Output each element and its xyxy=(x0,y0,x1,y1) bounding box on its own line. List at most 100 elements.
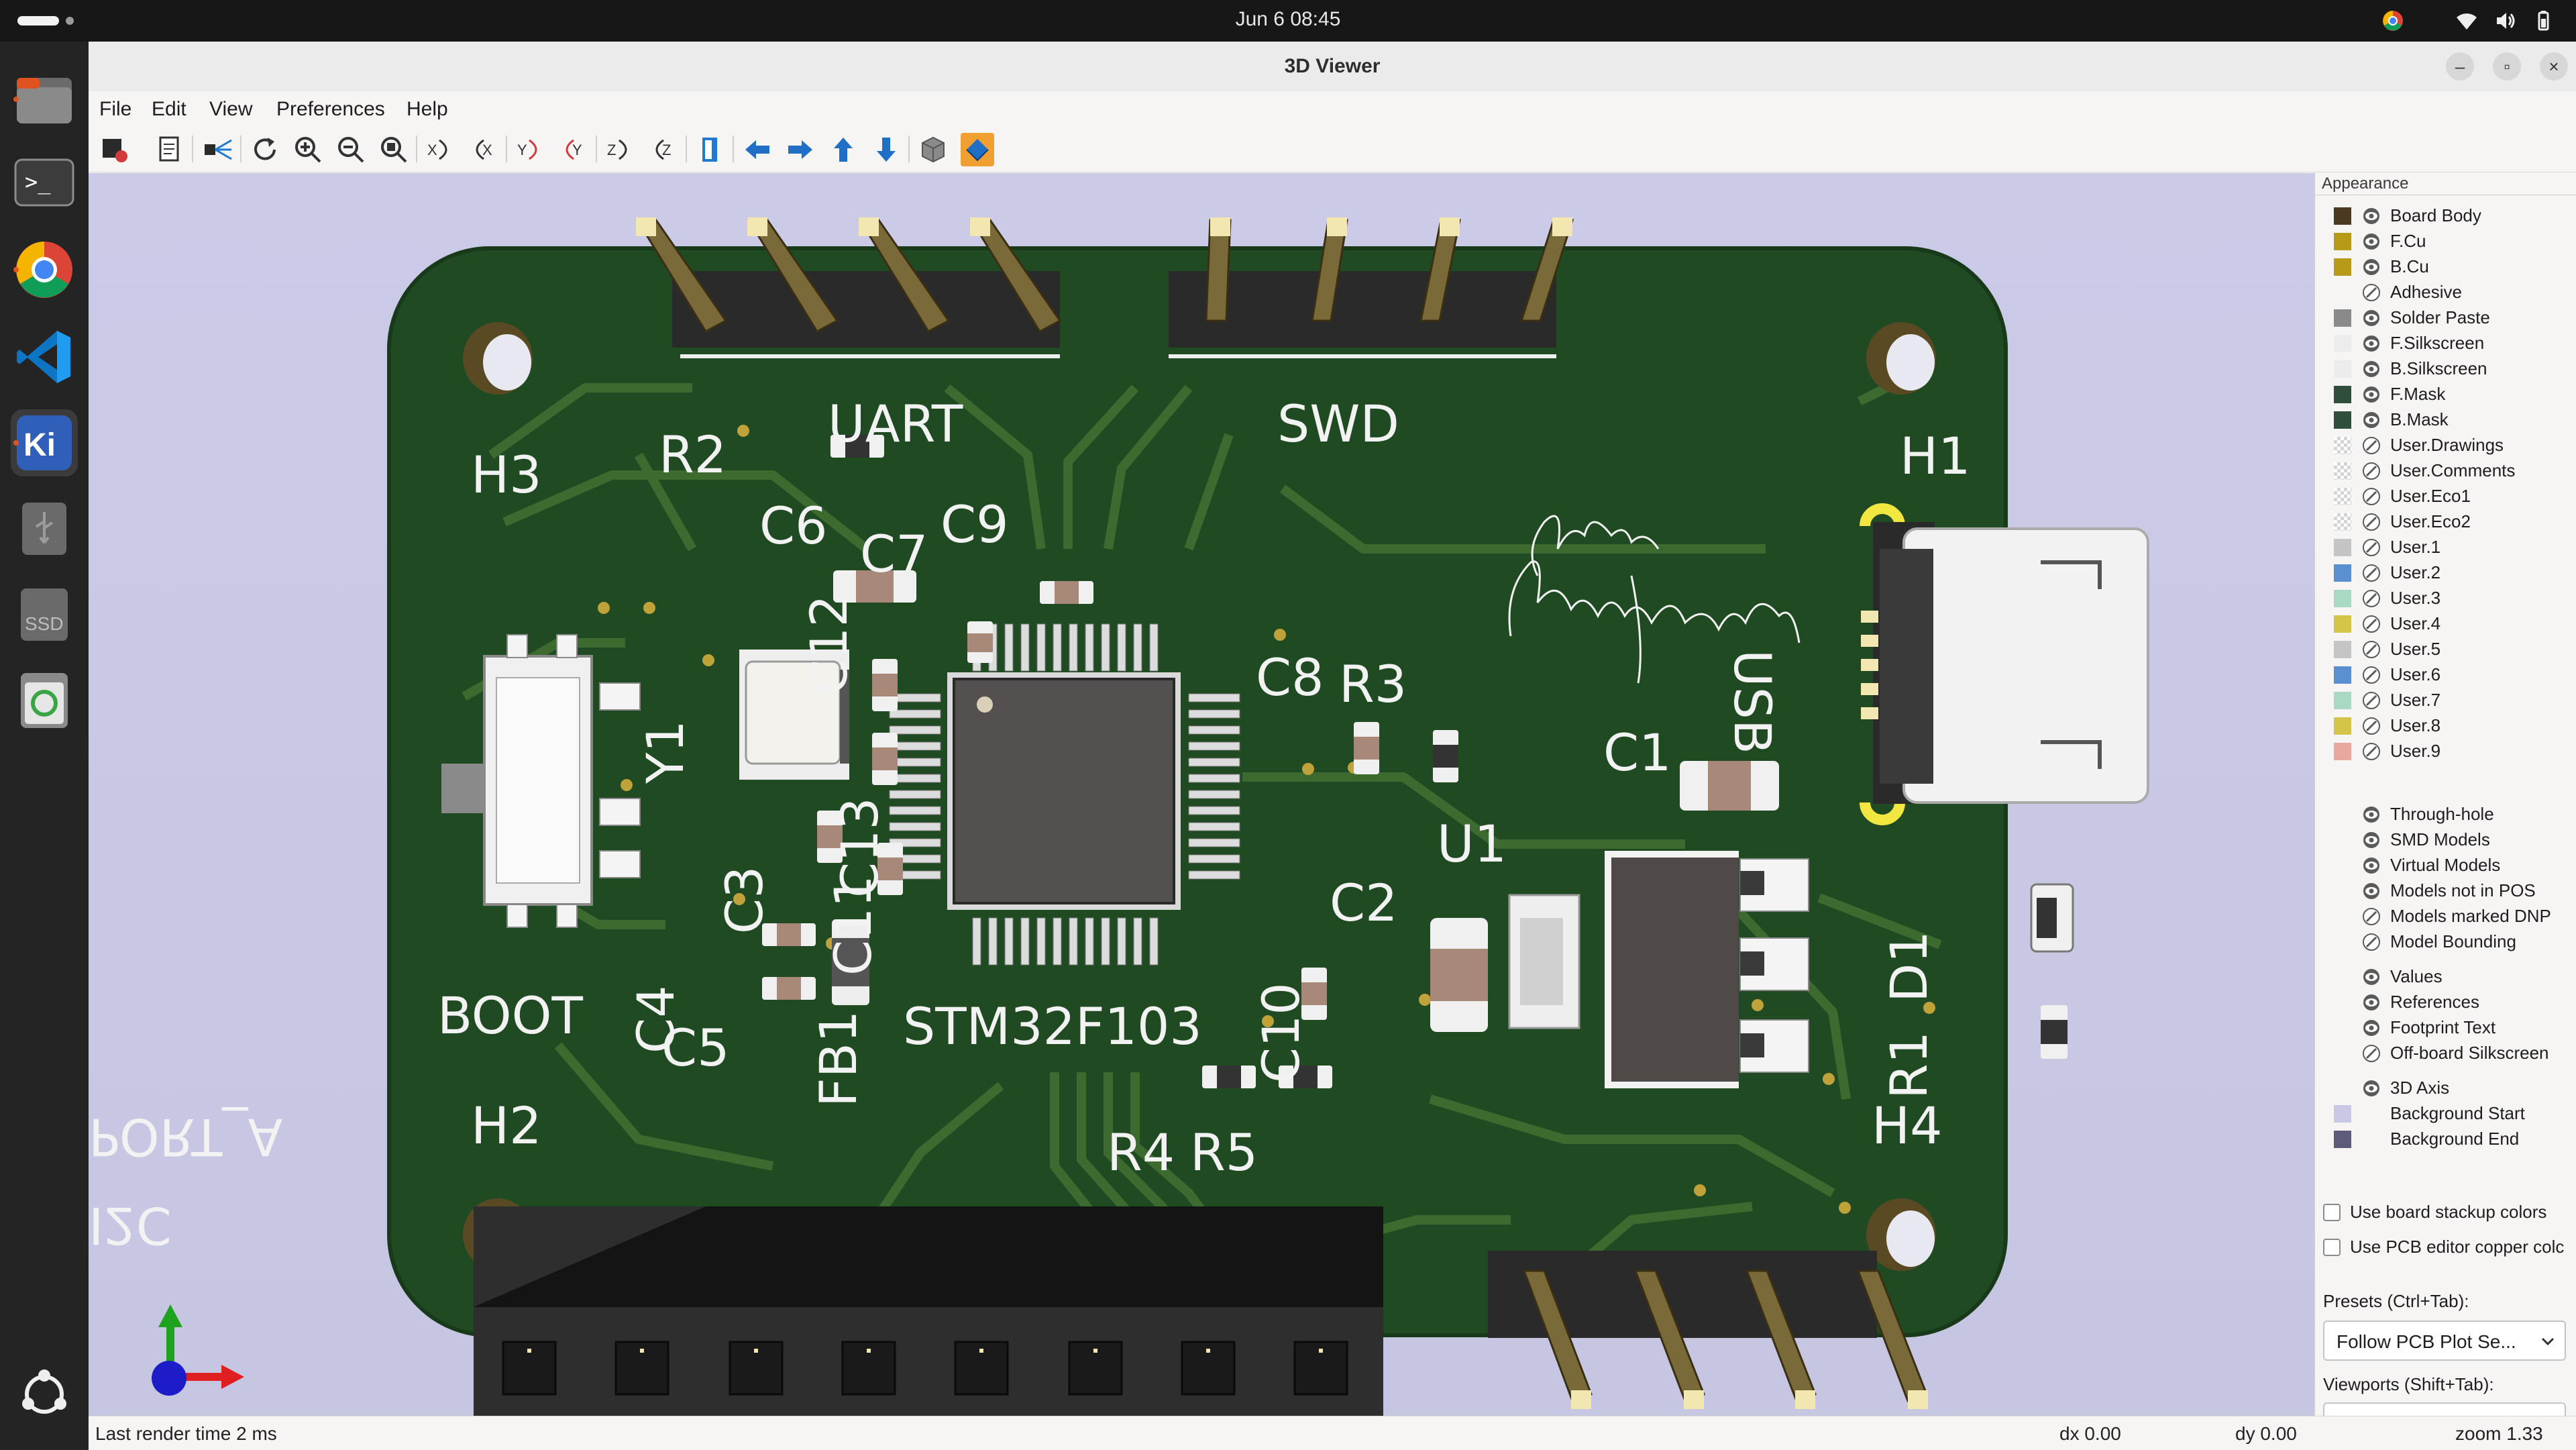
object-row[interactable]: Background Start xyxy=(2334,1102,2575,1126)
layer-row[interactable]: User.5 xyxy=(2334,637,2575,662)
layer-row[interactable]: B.Silkscreen xyxy=(2334,357,2575,381)
object-row[interactable]: Background End xyxy=(2334,1127,2575,1151)
color-swatch[interactable] xyxy=(2334,590,2351,607)
rotate-x-ccw-button[interactable]: X xyxy=(467,133,500,166)
zoom-fit-button[interactable] xyxy=(377,133,411,166)
eye-hidden-icon[interactable] xyxy=(2362,564,2381,582)
object-row[interactable]: Virtual Models xyxy=(2334,853,2575,878)
use-board-stackup-colors-checkbox[interactable]: Use board stackup colors xyxy=(2323,1200,2576,1227)
eye-icon[interactable] xyxy=(2362,232,2381,251)
layer-row[interactable]: User.1 xyxy=(2334,535,2575,560)
layer-row[interactable]: User.8 xyxy=(2334,714,2575,738)
menu-preferences[interactable]: Preferences xyxy=(276,98,385,121)
eye-icon[interactable] xyxy=(2362,1079,2381,1098)
color-swatch[interactable] xyxy=(2334,488,2351,505)
dock-terminal[interactable]: >_ xyxy=(11,149,78,216)
move-right-button[interactable] xyxy=(784,133,817,166)
object-row[interactable]: Models not in POS xyxy=(2334,879,2575,903)
chrome-tray-icon[interactable] xyxy=(2381,9,2404,32)
rotate-y-ccw-button[interactable]: Y xyxy=(557,133,590,166)
eye-icon[interactable] xyxy=(2362,207,2381,225)
layer-row[interactable]: Adhesive xyxy=(2334,280,2575,305)
color-swatch[interactable] xyxy=(2334,233,2351,250)
menu-help[interactable]: Help xyxy=(407,98,448,121)
object-row[interactable]: Off-board Silkscreen xyxy=(2334,1041,2575,1066)
dock-show-apps[interactable] xyxy=(11,1361,78,1428)
close-button[interactable]: × xyxy=(2540,52,2568,81)
eye-icon[interactable] xyxy=(2362,360,2381,378)
checkbox-box[interactable] xyxy=(2323,1239,2341,1256)
viewports-dropdown[interactable]: --- xyxy=(2323,1402,2566,1416)
color-swatch[interactable] xyxy=(2334,258,2351,276)
color-swatch[interactable] xyxy=(2334,437,2351,454)
layer-row[interactable]: User.4 xyxy=(2334,612,2575,636)
toggle-appearance-panel-button[interactable] xyxy=(961,133,994,166)
minimize-button[interactable]: – xyxy=(2446,52,2474,81)
object-row[interactable]: Models marked DNP xyxy=(2334,904,2575,929)
color-swatch[interactable] xyxy=(2334,539,2351,556)
flip-board-button[interactable] xyxy=(694,133,727,166)
object-row[interactable]: Model Bounding xyxy=(2334,930,2575,954)
eye-hidden-icon[interactable] xyxy=(2362,615,2381,633)
object-row[interactable]: 3D Axis xyxy=(2334,1076,2575,1100)
volume-icon[interactable] xyxy=(2494,9,2517,32)
eye-icon[interactable] xyxy=(2362,882,2381,900)
eye-icon[interactable] xyxy=(2362,1019,2381,1037)
eye-hidden-icon[interactable] xyxy=(2362,666,2381,684)
eye-hidden-icon[interactable] xyxy=(2362,717,2381,735)
presets-dropdown[interactable]: Follow PCB Plot Se... xyxy=(2323,1320,2566,1361)
eye-icon[interactable] xyxy=(2362,258,2381,276)
color-swatch[interactable] xyxy=(2334,309,2351,327)
color-swatch[interactable] xyxy=(2334,641,2351,658)
eye-hidden-icon[interactable] xyxy=(2362,691,2381,710)
eye-hidden-icon[interactable] xyxy=(2362,283,2381,302)
move-up-button[interactable] xyxy=(826,133,860,166)
layer-row[interactable]: User.Eco1 xyxy=(2334,484,2575,509)
color-swatch[interactable] xyxy=(2334,1105,2351,1123)
color-swatch[interactable] xyxy=(2334,743,2351,760)
layer-row[interactable]: F.Silkscreen xyxy=(2334,331,2575,356)
layer-row[interactable]: B.Mask xyxy=(2334,408,2575,432)
export-image-button[interactable] xyxy=(98,133,131,166)
eye-icon[interactable] xyxy=(2362,385,2381,404)
color-swatch[interactable] xyxy=(2334,513,2351,531)
copy-to-clipboard-button[interactable] xyxy=(153,133,186,166)
color-swatch[interactable] xyxy=(2334,1131,2351,1148)
eye-hidden-icon[interactable] xyxy=(2362,538,2381,557)
menu-file[interactable]: File xyxy=(99,98,131,121)
eye-hidden-icon[interactable] xyxy=(2362,436,2381,455)
layer-row[interactable]: F.Mask xyxy=(2334,382,2575,407)
dock-kicad[interactable]: Ki xyxy=(11,409,78,476)
object-row[interactable]: SMD Models xyxy=(2334,828,2575,852)
color-swatch[interactable] xyxy=(2334,386,2351,403)
menu-edit[interactable]: Edit xyxy=(152,98,186,121)
layer-row[interactable]: User.Eco2 xyxy=(2334,510,2575,534)
move-down-button[interactable] xyxy=(869,133,903,166)
color-swatch[interactable] xyxy=(2334,207,2351,225)
eye-icon[interactable] xyxy=(2362,968,2381,986)
eye-hidden-icon[interactable] xyxy=(2362,589,2381,608)
raytracing-button[interactable] xyxy=(201,133,235,166)
dock-chrome[interactable] xyxy=(11,236,78,303)
color-swatch[interactable] xyxy=(2334,360,2351,378)
menu-view[interactable]: View xyxy=(209,98,252,121)
object-row[interactable]: Values xyxy=(2334,965,2575,989)
maximize-button[interactable]: ▫ xyxy=(2493,52,2521,81)
layer-row[interactable]: User.2 xyxy=(2334,561,2575,585)
rotate-z-cw-button[interactable]: Z xyxy=(604,133,637,166)
color-swatch[interactable] xyxy=(2334,717,2351,735)
layer-row[interactable]: User.9 xyxy=(2334,739,2575,764)
layer-row[interactable]: User.3 xyxy=(2334,586,2575,611)
layer-row[interactable]: B.Cu xyxy=(2334,255,2575,279)
eye-icon[interactable] xyxy=(2362,309,2381,327)
dock-files[interactable] xyxy=(11,66,78,133)
reload-board-button[interactable] xyxy=(248,133,282,166)
dock-trash[interactable] xyxy=(11,667,78,734)
battery-icon[interactable] xyxy=(2532,9,2555,32)
dock-ssd[interactable]: SSD xyxy=(11,581,78,648)
layer-row[interactable]: User.6 xyxy=(2334,663,2575,687)
move-left-button[interactable] xyxy=(741,133,774,166)
eye-hidden-icon[interactable] xyxy=(2362,513,2381,531)
orthographic-button[interactable] xyxy=(916,133,950,166)
eye-hidden-icon[interactable] xyxy=(2362,462,2381,480)
